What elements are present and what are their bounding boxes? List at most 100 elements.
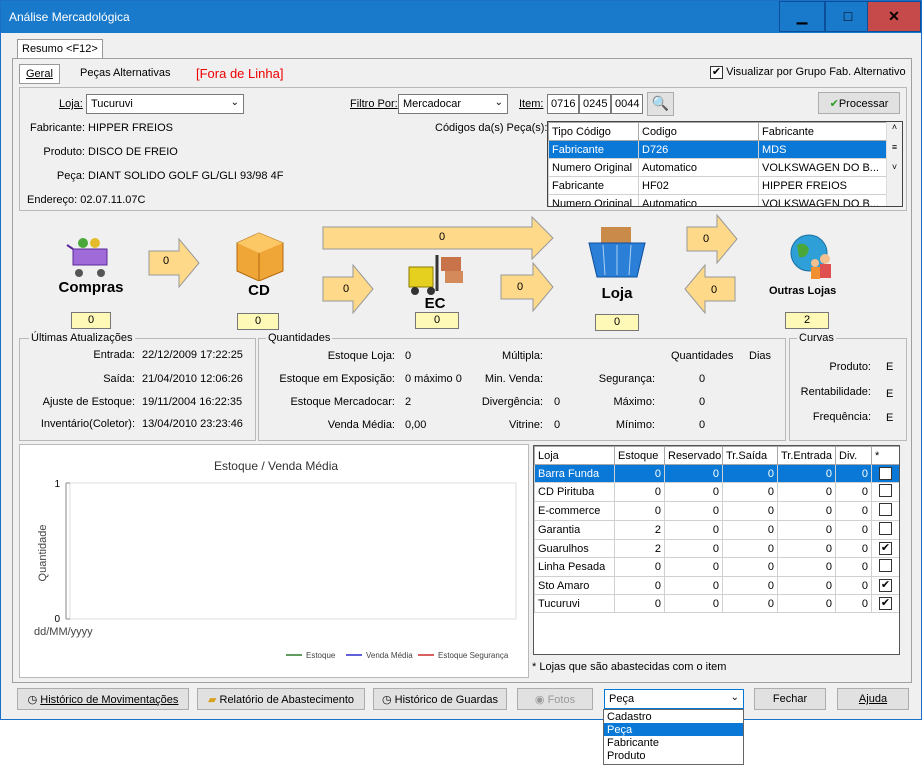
table-row[interactable]: E-commerce 0 0 0 0 0	[534, 501, 899, 521]
loja-label: Loja:	[59, 98, 83, 110]
curva-produto-label: Produto:	[829, 361, 871, 373]
codes-scrollbar[interactable]: ˄ ≡ ˅	[886, 122, 902, 206]
table-row[interactable]: Numero Original Automatico VOLKSWAGEN DO B…	[548, 194, 887, 206]
flow-value: 0	[517, 281, 524, 293]
stores-header[interactable]: Div.	[835, 446, 872, 465]
table-cell: 0	[664, 520, 723, 540]
ec-count: 0	[415, 312, 459, 329]
chevron-down-icon: ⌄	[494, 97, 503, 108]
atualizacoes-title: Últimas Atualizações	[29, 332, 135, 344]
table-row[interactable]: Fabricante D726 MDS	[548, 140, 887, 159]
ajuda-button[interactable]: Ajuda	[837, 688, 909, 710]
stock-chart: Estoque / Venda Média 1 0 Quantidade dd/…	[34, 459, 517, 660]
entrada-label: Entrada:	[93, 349, 135, 361]
exposicao-label: Estoque em Exposição:	[279, 373, 395, 385]
y-tick-label: 0	[54, 614, 60, 625]
main-window: Análise Mercadológica ▁ □ ✕ Resumo <F12>…	[0, 0, 922, 720]
mercadocar-value: 2	[405, 396, 412, 408]
minimo-label: Mínimo:	[615, 419, 655, 431]
table-cell: 0	[722, 482, 778, 502]
table-cell: 0	[777, 501, 836, 521]
search-button[interactable]: 🔍	[647, 92, 674, 116]
visualizar-grupo-checkbox[interactable]: ✔ Visualizar por Grupo Fab. Alternativo	[710, 66, 906, 79]
table-row[interactable]: Guarulhos 2 0 0 0 0 ✔	[534, 539, 899, 558]
dropdown-option[interactable]: Produto	[604, 749, 743, 762]
min-venda-label: Min. Venda:	[484, 373, 543, 385]
codes-header[interactable]: Fabricante	[758, 122, 887, 141]
item-field-2[interactable]: 0245	[579, 94, 611, 114]
close-button[interactable]: ✕	[867, 1, 921, 32]
stores-header[interactable]: Reservado	[664, 446, 723, 465]
dropdown-option-selected[interactable]: Peça	[604, 723, 743, 736]
stores-note: * Lojas que são abastecidas com o item	[532, 661, 727, 673]
abastecida-checkbox[interactable]	[879, 484, 892, 497]
y-axis-label: Quantidade	[37, 525, 49, 582]
vitrine-label: Vitrine:	[508, 419, 543, 431]
codes-header[interactable]: Tipo Código	[548, 122, 639, 141]
table-cell: Guarulhos	[534, 539, 615, 558]
table-row[interactable]: Fabricante HF02 HIPPER FREIOS	[548, 176, 887, 195]
eye-icon: ◉	[534, 694, 545, 706]
maximize-button[interactable]: □	[825, 1, 871, 32]
minimize-button[interactable]: ▁	[779, 1, 825, 32]
vitrine-value: 0	[554, 419, 561, 431]
curva-frequencia-label: Frequência:	[812, 411, 871, 423]
tab-geral[interactable]: Geral	[19, 64, 60, 84]
table-row[interactable]: Linha Pesada 0 0 0 0 0	[534, 557, 899, 577]
table-row[interactable]: Numero Original Automatico VOLKSWAGEN DO B…	[548, 158, 887, 177]
entrada-value: 22/12/2009 17:22:25	[142, 349, 243, 361]
divergencia-label: Divergência:	[481, 396, 543, 408]
item-field-1[interactable]: 0716	[547, 94, 579, 114]
table-cell: 0	[835, 557, 872, 577]
tab-pecas-alternativas[interactable]: Peças Alternativas	[74, 64, 177, 84]
item-field-3[interactable]: 0044	[611, 94, 643, 114]
table-row[interactable]: Garantia 2 0 0 0 0	[534, 520, 899, 540]
loja-select[interactable]: Tucuruvi ⌄	[86, 94, 244, 114]
dropdown-option[interactable]: Fabricante	[604, 736, 743, 749]
table-cell: 0	[722, 557, 778, 577]
table-row[interactable]: Barra Funda 0 0 0 0 0 ✔	[534, 464, 899, 483]
check-icon: ✔	[829, 98, 839, 110]
table-row[interactable]: Sto Amaro 0 0 0 0 0 ✔	[534, 576, 899, 595]
fotos-button[interactable]: ◉ Fotos	[517, 688, 593, 710]
table-cell: 0	[835, 594, 872, 613]
historico-guardas-button[interactable]: ◷ Histórico de Guardas	[373, 688, 507, 710]
estoque-loja-label: Estoque Loja:	[327, 350, 395, 362]
tab-resumo[interactable]: Resumo <F12>	[17, 39, 103, 59]
table-row[interactable]: Tucuruvi 0 0 0 0 0 ✔	[534, 594, 899, 613]
abastecida-checkbox[interactable]	[879, 522, 892, 535]
table-cell: Linha Pesada	[534, 557, 615, 577]
title-bar: Análise Mercadológica ▁ □ ✕	[1, 1, 921, 33]
stores-header[interactable]: Estoque	[614, 446, 665, 465]
outras-lojas-count: 2	[785, 312, 829, 329]
historico-movimentacoes-button[interactable]: ◷ Histórico de Movimentações	[17, 688, 189, 710]
arrow-loja-outras	[686, 213, 738, 265]
fora-de-linha-label: [Fora de Linha]	[196, 66, 284, 81]
fechar-button[interactable]: Fechar	[754, 688, 826, 710]
relatorio-abastecimento-button[interactable]: ▰ Relatório de Abastecimento	[197, 688, 365, 710]
abastecida-checkbox[interactable]: ✔	[879, 579, 892, 592]
codes-header[interactable]: Codigo	[638, 122, 759, 141]
inventario-label: Inventário(Coletor):	[40, 418, 135, 430]
abastecida-checkbox[interactable]: ✔	[879, 542, 892, 555]
processar-button[interactable]: ✔Processar	[818, 92, 900, 114]
legend-label: Estoque Segurança	[438, 651, 509, 660]
stores-header[interactable]: Loja	[534, 446, 615, 465]
table-cell: 0	[664, 576, 723, 595]
stores-header[interactable]: *	[871, 446, 899, 465]
table-cell: 0	[614, 557, 665, 577]
x-axis-label: dd/MM/yyyy	[34, 626, 93, 638]
abastecida-checkbox[interactable]	[879, 559, 892, 572]
abastecida-checkbox[interactable]	[879, 503, 892, 516]
stores-header[interactable]: Tr.Saída	[722, 446, 778, 465]
abastecida-checkbox[interactable]: ✔	[879, 467, 892, 480]
dropdown-option[interactable]: Cadastro	[604, 710, 743, 723]
table-cell: 0	[614, 594, 665, 613]
stores-header[interactable]: Tr.Entrada	[777, 446, 836, 465]
abastecida-checkbox[interactable]: ✔	[879, 597, 892, 610]
opcoes-select[interactable]: Peça ⌄	[604, 689, 744, 709]
filtro-select[interactable]: Mercadocar ⌄	[398, 94, 508, 114]
peca-label: Peça:	[56, 170, 85, 182]
table-cell: 0	[722, 594, 778, 613]
table-row[interactable]: CD Pirituba 0 0 0 0 0	[534, 482, 899, 502]
